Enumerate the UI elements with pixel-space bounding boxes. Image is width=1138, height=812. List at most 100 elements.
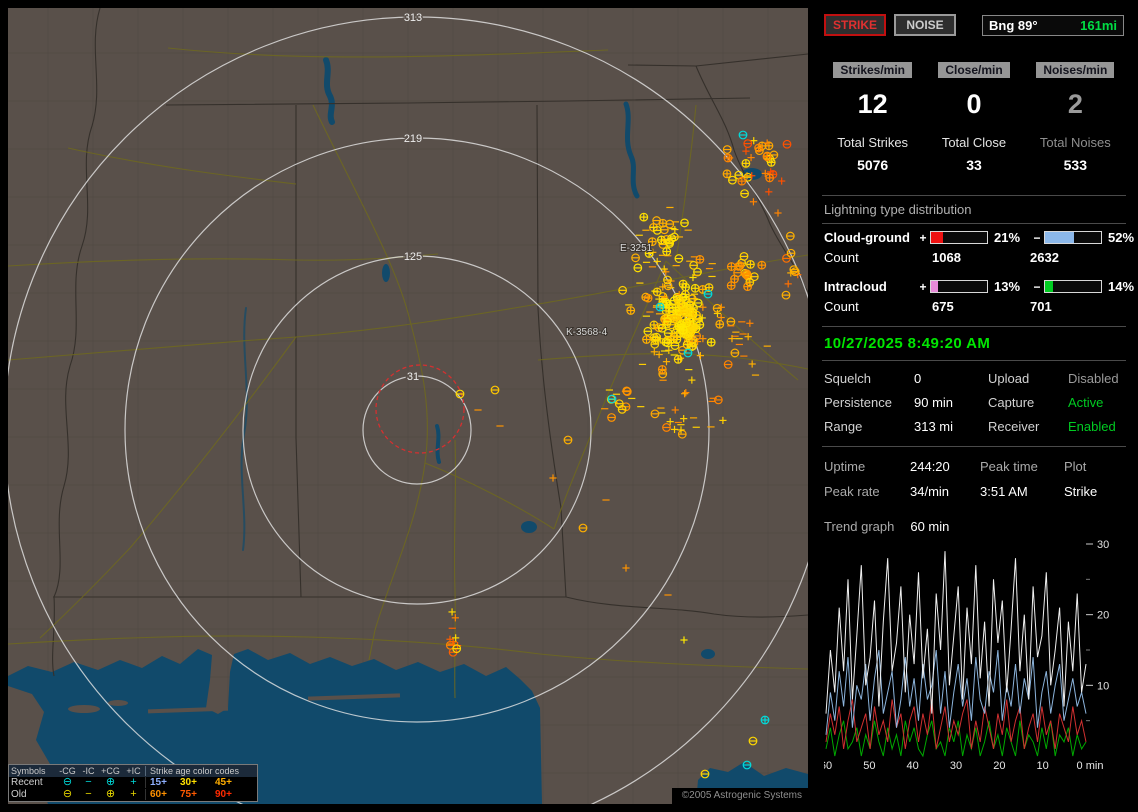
close-per-min-chip: Close/min [938, 62, 1009, 78]
cg-negative-bar [1044, 231, 1102, 244]
status-grid: Uptime 244:20 Peak time Plot Peak rate 3… [824, 459, 1124, 499]
strike-symbol [696, 256, 704, 264]
uptime-value: 244:20 [910, 459, 980, 474]
receiver-label: Receiver [988, 419, 1068, 434]
strikes-per-min-value: 12 [822, 89, 923, 120]
noises-per-min-chip: Noises/min [1036, 62, 1114, 78]
ic-negative-pct: 14% [1104, 279, 1134, 294]
bearing-value: Bng 89° [989, 18, 1038, 33]
noises-per-min-value: 2 [1025, 89, 1126, 120]
range-ring-label: 219 [404, 133, 422, 145]
strike-symbol [766, 174, 774, 182]
intracloud-count-row: Count 675 701 [824, 299, 1124, 314]
range-label: Range [824, 419, 914, 434]
strike-symbol [679, 326, 687, 334]
minus-sign: − [1030, 280, 1044, 294]
old-cg-neg-icon: ⊖ [57, 789, 78, 800]
noise-indicator[interactable]: NOISE [894, 14, 956, 36]
old-cg-pos-icon: ⊕ [99, 789, 122, 800]
cg-negative-count: 2632 [1030, 250, 1124, 265]
strike-symbol [723, 170, 731, 178]
total-strikes-value: 5076 [822, 157, 923, 173]
strike-indicator[interactable]: STRIKE [824, 14, 886, 36]
cloud-ground-label: Cloud-ground [824, 230, 916, 245]
close-stat-column: Close/min 0 Total Close 33 [923, 62, 1024, 173]
cg-positive-count: 1068 [930, 250, 1030, 265]
x-axis-label: 50 [863, 760, 875, 772]
strike-symbol [747, 261, 755, 269]
ic-negative-count: 701 [1030, 299, 1124, 314]
squelch-label: Squelch [824, 371, 914, 386]
strike-symbol [738, 177, 746, 185]
cg-positive-bar [930, 231, 988, 244]
recent-cg-neg-icon: ⊖ [57, 777, 78, 788]
strike-symbol [659, 366, 667, 374]
legend-col-cg-neg: -CG [57, 766, 78, 776]
range-ring-label: 125 [404, 251, 422, 263]
strike-symbol [679, 280, 687, 288]
strike-symbol [707, 338, 715, 346]
indicator-row: STRIKE NOISE Bng 89° 161mi [824, 14, 1124, 36]
legend-row-old: Old ⊖ − ⊕ + 60+ 75+ 90+ [9, 789, 257, 801]
divider [822, 360, 1126, 361]
strike-symbol [658, 236, 666, 244]
trend-graph-label: Trend graph [824, 519, 894, 534]
cg-count-label: Count [824, 250, 916, 265]
copyright-text: ©2005 Astrogenic Systems [672, 788, 808, 804]
cloud-ground-row: Cloud-ground + 21% − 52% [824, 230, 1124, 245]
old-ic-neg-icon: − [78, 789, 99, 800]
lightning-map[interactable]: 31321912531 E-3251K-3568-4 Symbols -CG -… [8, 8, 808, 804]
rate-stats: Strikes/min 12 Total Strikes 5076 Close/… [822, 62, 1126, 173]
strike-symbol [755, 144, 763, 152]
y-axis-label: 30 [1097, 539, 1109, 551]
datetime-display: 10/27/2025 8:49:20 AM [824, 335, 1124, 352]
legend-col-ic-neg: -IC [78, 766, 99, 776]
strike-symbol [731, 275, 739, 283]
x-axis-label: 30 [950, 760, 962, 772]
trend-header: Trend graph 60 min [824, 519, 1124, 534]
legend-col-cg-pos: +CG [99, 766, 122, 776]
total-strikes-label: Total Strikes [822, 135, 923, 150]
total-noises-label: Total Noises [1025, 135, 1126, 150]
cloud-ground-count-row: Count 1068 2632 [824, 250, 1124, 265]
total-close-label: Total Close [923, 135, 1024, 150]
ic-count-label: Count [824, 299, 916, 314]
peak-time-value: 3:51 AM [980, 484, 1064, 499]
range-ring-label: 313 [404, 12, 422, 24]
y-axis-label: 10 [1097, 680, 1109, 692]
strike-symbol [656, 303, 664, 311]
legend-age-header: Strike age color codes [145, 766, 251, 776]
map-canvas[interactable]: 31321912531 E-3251K-3568-4 [8, 8, 808, 804]
cg-negative-pct: 52% [1104, 230, 1134, 245]
strike-symbol [744, 283, 752, 291]
divider [822, 326, 1126, 327]
x-axis-label: 0 min [1077, 760, 1104, 772]
map-legend: Symbols -CG -IC +CG +IC Strike age color… [8, 764, 258, 802]
strike-symbol [736, 262, 744, 270]
capture-label: Capture [988, 395, 1068, 410]
control-panel: STRIKE NOISE Bng 89° 161mi Strikes/min 1… [818, 0, 1130, 812]
strike-symbol [761, 716, 769, 724]
total-close-value: 33 [923, 157, 1024, 173]
intracloud-label: Intracloud [824, 279, 916, 294]
receiver-status: Enabled [1068, 419, 1124, 434]
recent-cg-pos-icon: ⊕ [99, 777, 122, 788]
x-axis-label: 40 [907, 760, 919, 772]
trend-chart: 1020306050403020100 min [824, 538, 1130, 772]
upload-status: Disabled [1068, 371, 1124, 386]
recent-ic-pos-icon: + [122, 777, 145, 788]
x-axis-label: 10 [1037, 760, 1049, 772]
distribution-title: Lightning type distribution [824, 202, 1124, 217]
strike-symbol [670, 333, 678, 341]
divider [822, 195, 1126, 196]
minus-sign: − [1030, 231, 1044, 245]
bearing-distance-box: Bng 89° 161mi [982, 15, 1124, 36]
station-label: E-3251 [620, 243, 653, 254]
noises-stat-column: Noises/min 2 Total Noises 533 [1025, 62, 1126, 173]
plot-label: Plot [1064, 459, 1124, 474]
settings-grid: Squelch 0 Upload Disabled Persistence 90… [824, 371, 1124, 434]
recent-ic-neg-icon: − [78, 777, 99, 788]
plus-sign: + [916, 231, 930, 245]
plus-sign: + [916, 280, 930, 294]
old-ic-pos-icon: + [122, 789, 145, 800]
